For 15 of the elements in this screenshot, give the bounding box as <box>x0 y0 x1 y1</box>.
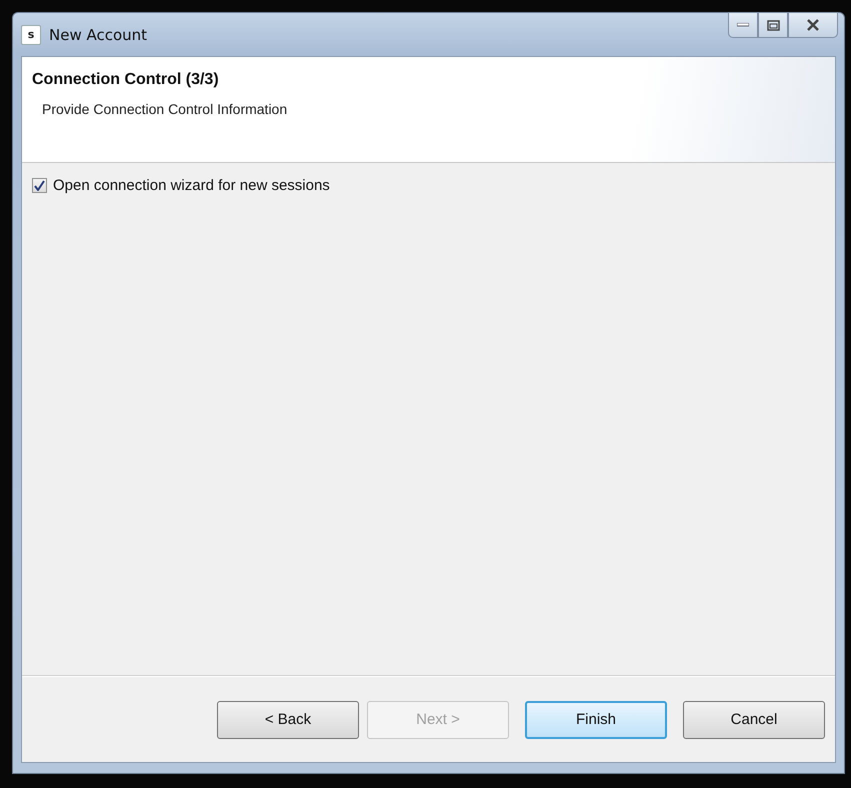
dialog-button[interactable]: Finish <box>525 700 667 738</box>
dialog-button[interactable]: Cancel <box>683 700 825 738</box>
close-icon <box>806 19 820 31</box>
minimize-button[interactable] <box>728 12 758 38</box>
maximize-button[interactable] <box>758 12 788 38</box>
checkbox-label: Open connection wizard for new sessions <box>53 177 330 194</box>
maximize-icon <box>766 20 780 30</box>
close-button[interactable] <box>788 12 838 38</box>
app-icon: s <box>21 24 41 44</box>
page-title: Connection Control (3/3) <box>32 71 220 89</box>
dialog-button[interactable]: < Back <box>217 700 359 738</box>
window-title: New Account <box>49 26 148 44</box>
minimize-icon <box>737 23 749 27</box>
checkbox[interactable] <box>32 178 47 193</box>
page-description: Provide Connection Control Information <box>41 101 288 117</box>
